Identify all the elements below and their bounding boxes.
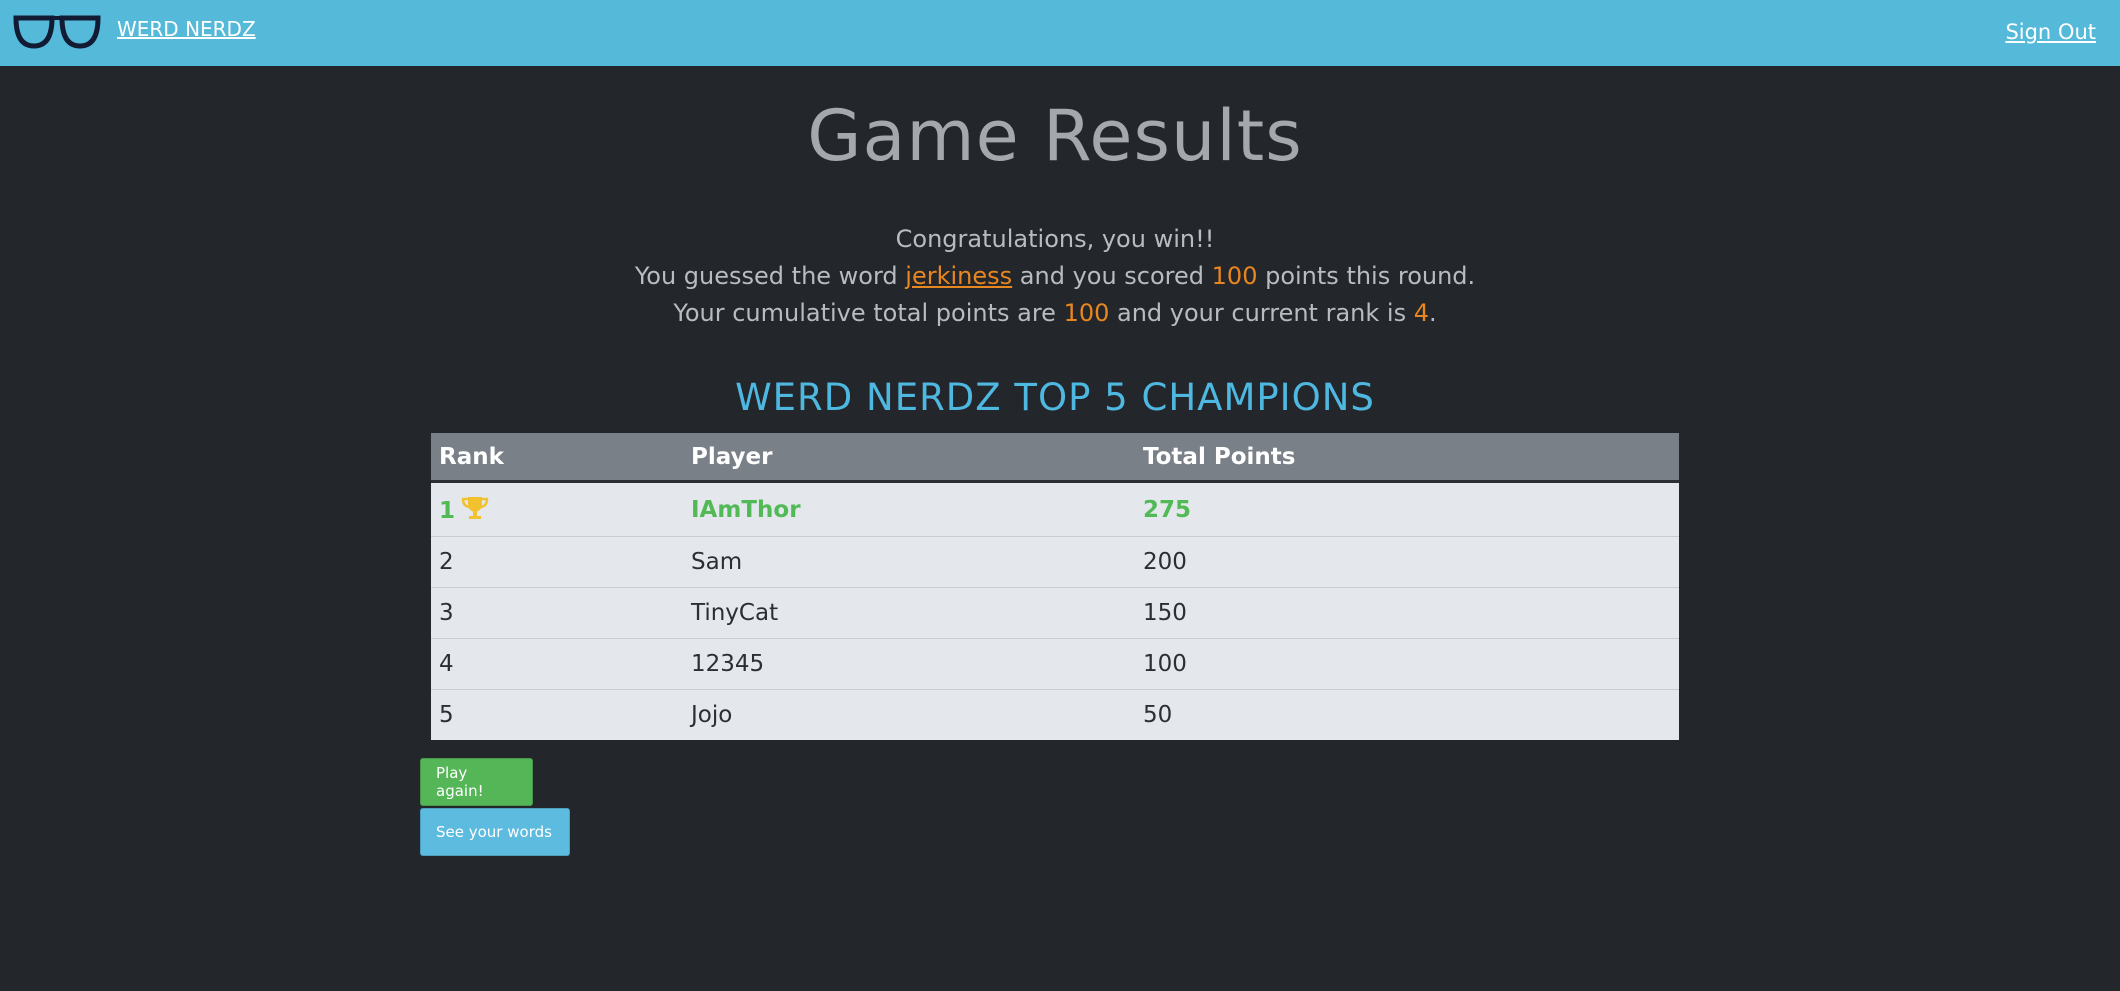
table-row: 1 IAmThor 275 — [431, 482, 1679, 537]
total-points: 100 — [1063, 299, 1110, 327]
navbar: WERD NERDZ Sign Out — [0, 0, 2120, 66]
page-title: Game Results — [807, 95, 1303, 177]
points-cell: 200 — [1135, 536, 1679, 588]
result-message: Congratulations, you win!! You guessed t… — [0, 221, 2110, 332]
column-header-player: Player — [683, 433, 1135, 483]
table-row: 4 12345 100 — [431, 638, 1679, 690]
table-row: 2 Sam 200 — [431, 536, 1679, 588]
see-your-words-button[interactable]: See your words — [420, 808, 570, 856]
player-cell: IAmThor — [691, 496, 801, 523]
table-row: 5 Jojo 50 — [431, 689, 1679, 740]
rank-cell: 3 — [431, 587, 683, 639]
brand-link[interactable]: WERD NERDZ — [117, 17, 256, 41]
table-header-row: Rank Player Total Points — [431, 433, 1679, 483]
player-cell: Jojo — [683, 689, 1135, 740]
win-message: Congratulations, you win!! — [895, 225, 1215, 253]
player-cell: 12345 — [683, 638, 1135, 690]
leaderboard-table: Rank Player Total Points 1 IAmThor 275 2… — [431, 433, 1679, 740]
guessed-word-link[interactable]: jerkiness — [905, 262, 1012, 290]
word-score-message: You guessed the word jerkiness and you s… — [634, 262, 1476, 290]
table-row: 3 TinyCat 150 — [431, 587, 1679, 639]
points-cell: 50 — [1135, 689, 1679, 740]
play-again-button[interactable]: Play again! — [420, 758, 533, 806]
points-cell: 275 — [1143, 496, 1192, 523]
player-cell: Sam — [683, 536, 1135, 588]
points-cell: 100 — [1135, 638, 1679, 690]
rank-cell: 2 — [431, 536, 683, 588]
player-cell: TinyCat — [683, 587, 1135, 639]
leaderboard-title: WERD NERDZ TOP 5 CHAMPIONS — [735, 376, 1375, 419]
points-cell: 150 — [1135, 587, 1679, 639]
rank-cell: 1 — [431, 482, 683, 537]
rank-cell: 4 — [431, 638, 683, 690]
current-rank: 4 — [1413, 299, 1429, 327]
round-points: 100 — [1211, 262, 1258, 290]
cumulative-message: Your cumulative total points are 100 and… — [673, 299, 1437, 327]
sign-out-link[interactable]: Sign Out — [2005, 20, 2096, 44]
column-header-rank: Rank — [431, 433, 683, 483]
trophy-icon — [461, 497, 489, 519]
rank-cell: 5 — [431, 689, 683, 740]
glasses-icon[interactable] — [12, 14, 102, 50]
column-header-points: Total Points — [1135, 433, 1679, 483]
